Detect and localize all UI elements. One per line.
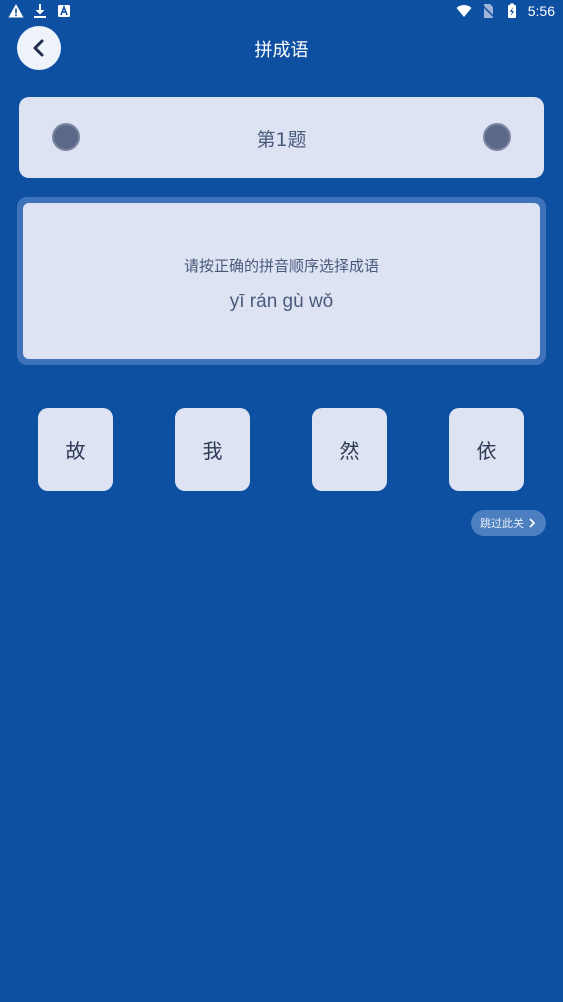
app-icon xyxy=(58,4,70,17)
char-tile[interactable]: 故 xyxy=(38,408,113,491)
status-right-icons: 5:56 xyxy=(456,3,555,19)
prompt-panel: 请按正确的拼音顺序选择成语 yī rán gù wǒ xyxy=(17,197,546,365)
pinyin-text: yī rán gù wǒ xyxy=(229,291,334,312)
skip-level-button[interactable]: 跳过此关 xyxy=(471,510,546,536)
chevron-right-icon xyxy=(529,518,535,528)
status-left-icons xyxy=(8,3,72,19)
prompt-panel-inner: 请按正确的拼音顺序选择成语 yī rán gù wǒ xyxy=(23,203,540,359)
no-sim-icon xyxy=(481,4,495,18)
status-bar: 5:56 xyxy=(0,0,563,24)
question-card: 第1题 xyxy=(19,97,544,178)
wifi-icon xyxy=(456,5,472,17)
char-tile[interactable]: 依 xyxy=(449,408,524,491)
question-number: 第1题 xyxy=(256,129,307,151)
page-title: 拼成语 xyxy=(254,40,309,61)
status-time: 5:56 xyxy=(527,3,555,19)
screen: 5:56 拼成语 第1题 请按正确的拼音顺序选择成语 yī rán gù wǒ … xyxy=(0,0,563,1002)
char-tile[interactable]: 我 xyxy=(175,408,250,491)
battery-icon xyxy=(507,3,516,18)
instruction-text: 请按正确的拼音顺序选择成语 xyxy=(183,257,379,275)
decorative-dot-right xyxy=(483,123,511,151)
skip-label: 跳过此关 xyxy=(480,517,524,530)
download-icon xyxy=(34,4,46,18)
warning-icon xyxy=(8,4,24,18)
char-tile[interactable]: 然 xyxy=(312,408,387,491)
